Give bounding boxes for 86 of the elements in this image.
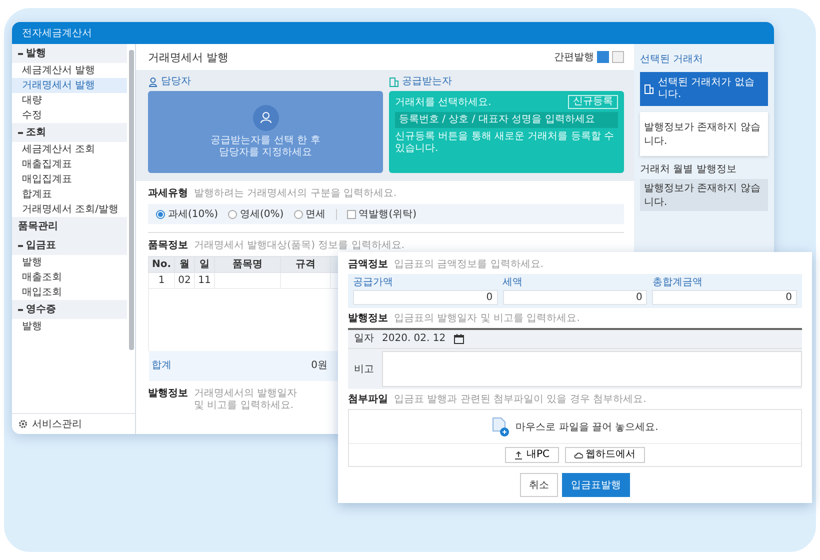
section-hint: 입금표의 금액정보를 입력하세요. bbox=[394, 258, 544, 272]
sidebar-item[interactable]: 거래명세서 발행 bbox=[12, 78, 127, 93]
field-label: 일자 bbox=[354, 332, 374, 346]
section-title: 금액정보 bbox=[348, 258, 388, 272]
table-cell: 02 bbox=[174, 272, 195, 288]
section-label: 공급받는자 bbox=[402, 75, 452, 88]
radio-button[interactable] bbox=[156, 210, 165, 218]
input-field[interactable]: 0 bbox=[502, 290, 648, 305]
window-title: 전자세금계산서 bbox=[12, 22, 774, 44]
total-label: 합계 bbox=[152, 360, 172, 371]
section-title: 과세유형 bbox=[148, 187, 188, 201]
upload-button[interactable]: 내PC bbox=[505, 447, 558, 463]
radio-button[interactable] bbox=[228, 210, 238, 218]
building-icon bbox=[644, 84, 654, 94]
panel-title: 선택된 거래처 bbox=[640, 53, 704, 66]
sidebar-item[interactable]: 세금계산서 조회 bbox=[12, 142, 127, 157]
sidebar-group[interactable]: 조회 bbox=[26, 126, 46, 139]
empty-message: 발행정보가 존재하지 않습니다. bbox=[640, 179, 768, 211]
sidebar-item[interactable]: 발행 bbox=[12, 255, 127, 270]
banner-text: 선택된 거래처가 없습니다. bbox=[658, 77, 756, 101]
toggle-label: 간편발행 bbox=[554, 51, 594, 64]
section-hint: 입금표의 발행일자 및 비고를 입력하세요. bbox=[394, 312, 580, 326]
field-label: 세액 bbox=[502, 277, 524, 289]
checkbox-label: 역발행(위탁) bbox=[358, 208, 417, 221]
sidebar-group[interactable]: 품목관리 bbox=[12, 217, 127, 236]
building-icon bbox=[389, 76, 399, 86]
sidebar-group[interactable]: 입금표 bbox=[26, 239, 56, 252]
radio-label: 과세(10%) bbox=[168, 208, 218, 221]
section-title: 발행정보 bbox=[148, 386, 188, 400]
buyer-note: 신규등록 버튼을 통해 새로운 거래처를 등록할 수 있습니다. bbox=[395, 131, 616, 155]
sidebar-item[interactable]: 매입집계표 bbox=[12, 172, 127, 187]
column-header: 일 bbox=[194, 256, 215, 272]
empty-message: 발행정보가 존재하지 않습니다. bbox=[640, 112, 768, 156]
sidebar-item[interactable]: 대량 bbox=[12, 93, 127, 108]
column-header: 품목명 bbox=[214, 256, 281, 272]
sidebar-group[interactable]: 영수증 bbox=[26, 303, 56, 316]
sidebar-item[interactable]: 매출집계표 bbox=[12, 157, 127, 172]
sidebar-item[interactable]: 매입조회 bbox=[12, 285, 127, 300]
radio-label: 면세 bbox=[306, 208, 326, 221]
table-cell: 11 bbox=[194, 272, 215, 288]
section-title: 첨부파일 bbox=[348, 393, 388, 407]
person-icon bbox=[148, 76, 158, 86]
total-value: 0원 bbox=[311, 360, 328, 371]
upload-icon bbox=[514, 450, 524, 460]
cancel-button[interactable]: 취소 bbox=[520, 473, 558, 497]
sidebar-item[interactable]: 발행 bbox=[12, 319, 127, 334]
column-header: No. bbox=[148, 256, 175, 272]
section-title: 발행정보 bbox=[348, 312, 388, 326]
input-field[interactable]: 0 bbox=[652, 290, 798, 305]
section-hint: 거래명세서 발행대상(품목) 정보를 입력하세요. bbox=[194, 239, 405, 253]
section-label: 담당자 bbox=[161, 75, 191, 88]
sidebar-item[interactable]: 매출조회 bbox=[12, 270, 127, 285]
memo-field[interactable] bbox=[382, 351, 802, 387]
field-label: 비고 bbox=[354, 363, 374, 376]
webhard-button[interactable]: 웹하드에서 bbox=[564, 447, 644, 463]
sidebar-item[interactable]: 거래명세서 조회/발행 bbox=[12, 202, 127, 217]
column-header: 월 bbox=[174, 256, 195, 272]
section-hint: 거래명세서의 발행일자 및 비고를 입력하세요. bbox=[194, 388, 298, 412]
sidebar-item[interactable]: 세금계산서 발행 bbox=[12, 63, 127, 78]
column-header: 규격 bbox=[280, 256, 331, 272]
section-hint: 발행하려는 거래명세서의 구분을 입력하세요. bbox=[194, 187, 397, 201]
sidebar-item[interactable]: 합계표 bbox=[12, 187, 127, 202]
avatar-icon bbox=[252, 105, 278, 131]
checkbox[interactable] bbox=[346, 210, 356, 218]
radio-label: 영세(0%) bbox=[240, 208, 284, 221]
sidebar-group[interactable]: 발행 bbox=[26, 47, 46, 60]
gear-icon bbox=[18, 419, 28, 429]
input-field[interactable]: 0 bbox=[353, 290, 498, 305]
issue-button[interactable]: 입금표발행 bbox=[562, 473, 630, 497]
page-title: 거래명세서 발행 bbox=[148, 50, 228, 64]
sidebar-footer-link[interactable]: 서비스관리 bbox=[12, 413, 135, 434]
radio-button[interactable] bbox=[294, 210, 303, 218]
buyer-prompt: 거래처를 선택하세요. bbox=[395, 96, 492, 109]
section-hint: 입금표 발행과 관련된 첨부파일이 있을 경우 첨부하세요. bbox=[394, 393, 646, 407]
section-title: 품목정보 bbox=[148, 239, 188, 253]
drop-text: 마우스로 파일을 끌어 놓으세요. bbox=[516, 420, 658, 434]
file-add-icon bbox=[492, 416, 510, 436]
cloud-icon bbox=[574, 450, 582, 460]
calendar-icon bbox=[454, 334, 464, 344]
field-label: 총합계금액 bbox=[652, 277, 704, 289]
table-cell: 1 bbox=[148, 272, 175, 288]
section-label: 거래처 월별 발행정보 bbox=[640, 163, 738, 176]
date-value[interactable]: 2020. 02. 12 bbox=[382, 332, 446, 346]
manager-message: 공급받는자를 선택 한 후 담당자를 지정하세요 bbox=[210, 135, 320, 159]
field-label: 공급가액 bbox=[353, 277, 394, 289]
sidebar-item[interactable]: 수정 bbox=[12, 108, 127, 123]
